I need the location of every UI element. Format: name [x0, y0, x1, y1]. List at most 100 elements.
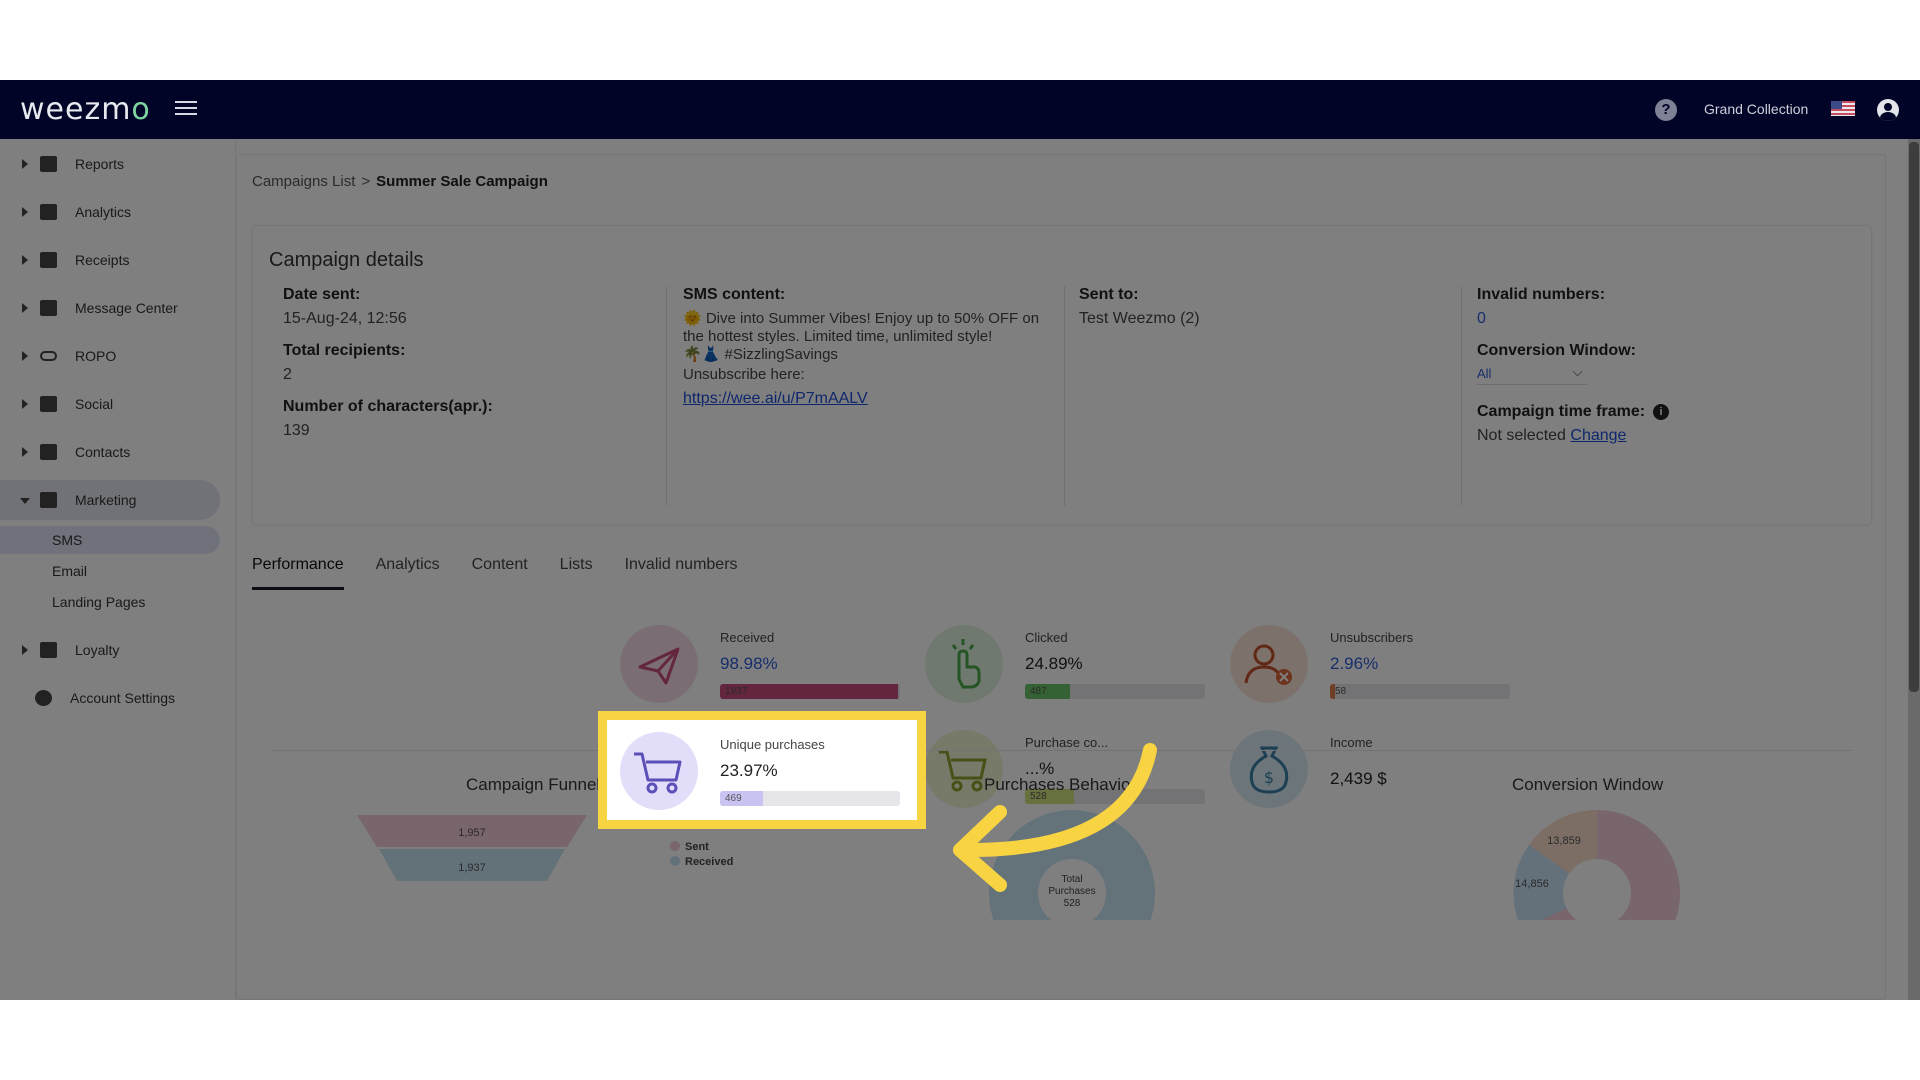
megaphone-icon [40, 492, 57, 508]
people-icon [40, 396, 57, 412]
campaign-details-title: Campaign details [269, 249, 424, 271]
sms-unsubscribe-link[interactable]: https://wee.ai/u/P7mAALV [683, 390, 1064, 408]
tab-performance[interactable]: Performance [252, 556, 344, 590]
metric-value: 2.96% [1330, 654, 1379, 673]
sidebar-item-contacts[interactable]: Contacts [0, 432, 220, 472]
metric-received: Received 98.98% 1937 [620, 620, 910, 720]
help-icon[interactable]: ? [1655, 99, 1677, 121]
campaign-details-panel: Campaign details Date sent: 15-Aug-24, 1… [252, 225, 1872, 525]
caret-right-icon [22, 303, 28, 313]
sidebar-item-label: Contacts [75, 444, 131, 460]
conversion-label-2: 14,856 [1515, 878, 1549, 890]
sidebar-item-label: Loyalty [75, 642, 120, 658]
weezmo-logo[interactable]: weezmo [20, 92, 151, 127]
metric-income: $ Income 2,439 $ [1230, 725, 1520, 825]
date-sent-label: Date sent: [283, 286, 361, 303]
campaign-timeframe-value: Not selected Change [1477, 427, 1861, 445]
info-icon[interactable]: i [1653, 403, 1670, 420]
sidebar-item-marketing[interactable]: Marketing [0, 480, 220, 520]
metric-value: 98.98% [720, 654, 778, 673]
sidebar-item-message-center[interactable]: Message Center [0, 288, 220, 328]
metric-value: 23.97% [720, 761, 778, 780]
tab-invalid-numbers[interactable]: Invalid numbers [625, 556, 738, 590]
legend-swatch-sent [670, 841, 680, 851]
sms-line-1: 🌞 Dive into Summer Vibes! Enjoy up to 50… [683, 310, 1040, 345]
user-account-icon[interactable] [1877, 99, 1899, 121]
tab-content[interactable]: Content [472, 556, 528, 590]
details-col-sms: SMS content: 🌞 Dive into Summer Vibes! E… [666, 286, 1064, 506]
hamburger-menu-icon[interactable] [175, 97, 197, 115]
breadcrumb: Campaigns List > Summer Sale Campaign [252, 173, 548, 190]
breadcrumb-current: Summer Sale Campaign [376, 173, 548, 190]
funnel-value-sent: 1,957 [458, 827, 486, 839]
tag-icon [40, 642, 57, 658]
receipt-icon [40, 252, 57, 268]
shopping-cart-icon [620, 732, 698, 810]
highlighted-unique-purchases-tile[interactable]: Unique purchases 23.97% 469 [598, 711, 926, 829]
caret-right-icon [22, 645, 28, 655]
funnel-value-received: 1,937 [458, 862, 486, 874]
sidebar: Reports Analytics Receipts Message Cente… [0, 139, 236, 1000]
contacts-icon [40, 444, 57, 460]
sent-to-label: Sent to: [1079, 286, 1139, 303]
campaign-funnel-title: Campaign Funnel [466, 775, 601, 794]
timeframe-not-selected: Not selected [1477, 427, 1566, 444]
sidebar-item-label: Marketing [75, 492, 137, 508]
sidebar-item-label: Analytics [75, 204, 132, 220]
metric-count: 58 [1335, 686, 1347, 697]
breadcrumb-campaigns-list[interactable]: Campaigns List [252, 173, 355, 190]
metric-unsubscribers: Unsubscribers 2.96% 58 [1230, 620, 1520, 720]
metric-value: 24.89% [1025, 654, 1083, 673]
sidebar-item-label: Receipts [75, 252, 130, 268]
total-recipients-value: 2 [283, 366, 292, 383]
sms-content-text: 🌞 Dive into Summer Vibes! Enjoy up to 50… [683, 310, 1064, 408]
metric-progress-bar: 469 [720, 791, 900, 806]
invalid-numbers-value[interactable]: 0 [1477, 310, 1861, 328]
page-scrollbar-thumb[interactable] [1909, 142, 1919, 692]
top-navbar: weezmo ? Grand Collection [0, 80, 1920, 139]
sidebar-item-social[interactable]: Social [0, 384, 220, 424]
sidebar-item-ropo[interactable]: ROPO [0, 336, 220, 376]
us-flag-icon[interactable] [1831, 101, 1855, 116]
timeframe-change-link[interactable]: Change [1570, 427, 1626, 444]
metric-count: 487 [1030, 686, 1047, 697]
app-frame: weezmo ? Grand Collection Reports Analyt… [0, 80, 1920, 1000]
caret-right-icon [22, 159, 28, 169]
sidebar-item-account-settings[interactable]: Account Settings [0, 678, 220, 718]
metric-progress-bar: 487 [1025, 684, 1205, 699]
sidebar-subitem-email[interactable]: Email [0, 557, 220, 585]
sidebar-subitem-label: Email [52, 563, 88, 579]
conversion-window-select[interactable]: All [1477, 366, 1587, 385]
account-name[interactable]: Grand Collection [1704, 101, 1808, 117]
svg-text:$: $ [1264, 768, 1274, 787]
infinity-icon [40, 351, 57, 361]
sidebar-item-loyalty[interactable]: Loyalty [0, 630, 220, 670]
invalid-numbers-label: Invalid numbers: [1477, 286, 1606, 303]
sidebar-subitem-label: Landing Pages [52, 594, 146, 610]
sidebar-item-label: Message Center [75, 300, 178, 316]
tab-analytics[interactable]: Analytics [376, 556, 440, 590]
details-col-conversion: Invalid numbers: 0 Conversion Window: Al… [1461, 286, 1861, 506]
sidebar-subitem-label: SMS [52, 532, 83, 548]
metric-count: 1937 [725, 686, 748, 697]
sidebar-item-analytics[interactable]: Analytics [0, 192, 220, 232]
caret-down-icon [20, 498, 30, 504]
tab-lists[interactable]: Lists [560, 556, 593, 590]
campaign-tabs: Performance Analytics Content Lists Inva… [252, 556, 770, 590]
metric-label: Unsubscribers [1330, 630, 1414, 645]
sidebar-subitem-landing-pages[interactable]: Landing Pages [0, 588, 220, 616]
sidebar-item-label: ROPO [75, 348, 117, 364]
sent-to-value: Test Weezmo (2) [1079, 310, 1200, 327]
conversion-window-chart: 13,859 14,856 [1513, 810, 1680, 920]
caret-right-icon [22, 255, 28, 265]
campaign-timeframe-label: Campaign time frame: i [1477, 403, 1861, 421]
money-bag-icon: $ [1230, 730, 1308, 808]
date-sent-value: 15-Aug-24, 12:56 [283, 310, 407, 327]
paper-plane-icon [620, 625, 698, 703]
gear-icon [35, 690, 52, 706]
sidebar-item-receipts[interactable]: Receipts [0, 240, 220, 280]
sidebar-subitem-sms[interactable]: SMS [0, 526, 220, 554]
sms-content-label: SMS content: [683, 286, 786, 303]
sms-unsubscribe-text: Unsubscribe here: [683, 366, 805, 383]
sidebar-item-reports[interactable]: Reports [0, 144, 220, 184]
